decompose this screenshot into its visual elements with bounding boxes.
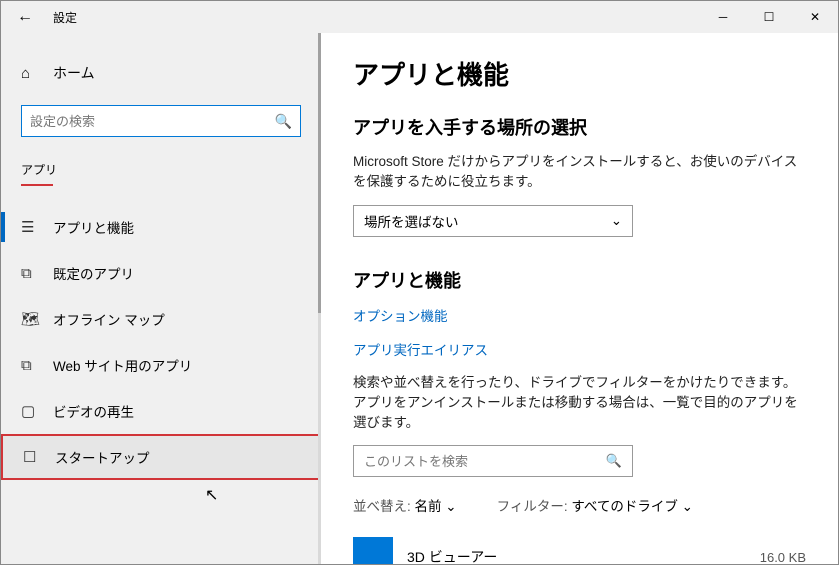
section-label: アプリ	[21, 161, 301, 178]
sort-select[interactable]: 名前 ⌄	[415, 499, 457, 514]
sidebar-item-label: 既定のアプリ	[53, 263, 134, 283]
sidebar-item-video-playback[interactable]: ▢ ビデオの再生	[1, 388, 321, 434]
page-title: アプリと機能	[353, 55, 806, 92]
app-icon	[353, 537, 393, 564]
defaults-icon: ⧉	[21, 265, 39, 282]
section-underline	[21, 184, 53, 186]
sidebar-item-label: Web サイト用のアプリ	[53, 355, 192, 375]
website-icon: ⧉	[21, 357, 39, 374]
sort-label: 並べ替え:	[353, 499, 411, 514]
filter-select[interactable]: すべてのドライブ ⌄	[571, 499, 693, 514]
search-icon: 🔍	[275, 113, 292, 130]
filter-label: フィルター:	[497, 499, 568, 514]
home-button[interactable]: ⌂ ホーム	[1, 53, 321, 93]
close-button[interactable]: ✕	[792, 1, 838, 33]
home-icon: ⌂	[21, 65, 39, 82]
back-button[interactable]: ←	[1, 8, 49, 26]
main-panel: アプリと機能 アプリを入手する場所の選択 Microsoft Store だけか…	[321, 33, 838, 564]
section-heading-apps: アプリと機能	[353, 267, 806, 293]
minimize-button[interactable]: ─	[700, 1, 746, 33]
sidebar: ⌂ ホーム 🔍 アプリ ☰ アプリと機能 ⧉ 既定のアプリ 🗺 オフライン マッ…	[1, 33, 321, 564]
install-source-select[interactable]: 場所を選ばない ⌄	[353, 205, 633, 237]
map-icon: 🗺	[21, 310, 39, 328]
settings-search[interactable]: 🔍	[21, 105, 301, 137]
select-value: 場所を選ばない	[364, 211, 459, 231]
startup-icon: ☐	[23, 448, 41, 466]
settings-search-input[interactable]	[30, 114, 275, 129]
maximize-button[interactable]: ☐	[746, 1, 792, 33]
sidebar-item-startup[interactable]: ☐ スタートアップ	[1, 434, 321, 480]
app-execution-alias-link[interactable]: アプリ実行エイリアス	[353, 339, 806, 359]
app-list-search-input[interactable]	[364, 454, 606, 469]
window-title: 設定	[53, 9, 77, 26]
list-icon: ☰	[21, 218, 39, 236]
sidebar-item-apps-features[interactable]: ☰ アプリと機能	[1, 204, 321, 250]
app-list-item[interactable]: 3D ビューアー 16.0 KB	[353, 537, 806, 564]
video-icon: ▢	[21, 402, 39, 420]
sidebar-item-label: スタートアップ	[55, 447, 150, 467]
sidebar-item-offline-maps[interactable]: 🗺 オフライン マップ	[1, 296, 321, 342]
section-heading-install-source: アプリを入手する場所の選択	[353, 114, 806, 140]
optional-features-link[interactable]: オプション機能	[353, 305, 806, 325]
sidebar-item-label: オフライン マップ	[53, 309, 165, 329]
install-source-description: Microsoft Store だけからアプリをインストールすると、お使いのデバ…	[353, 152, 806, 193]
sidebar-item-label: アプリと機能	[53, 217, 134, 237]
search-icon: 🔍	[606, 453, 622, 469]
app-size: 16.0 KB	[760, 550, 806, 564]
app-list-search[interactable]: 🔍	[353, 445, 633, 477]
sidebar-item-label: ビデオの再生	[53, 401, 134, 421]
sidebar-item-default-apps[interactable]: ⧉ 既定のアプリ	[1, 250, 321, 296]
app-name: 3D ビューアー	[407, 547, 497, 564]
sidebar-item-website-apps[interactable]: ⧉ Web サイト用のアプリ	[1, 342, 321, 388]
apps-description: 検索や並べ替えを行ったり、ドライブでフィルターをかけたりできます。アプリをアンイ…	[353, 373, 806, 434]
home-label: ホーム	[53, 63, 95, 83]
chevron-down-icon: ⌄	[611, 213, 622, 229]
